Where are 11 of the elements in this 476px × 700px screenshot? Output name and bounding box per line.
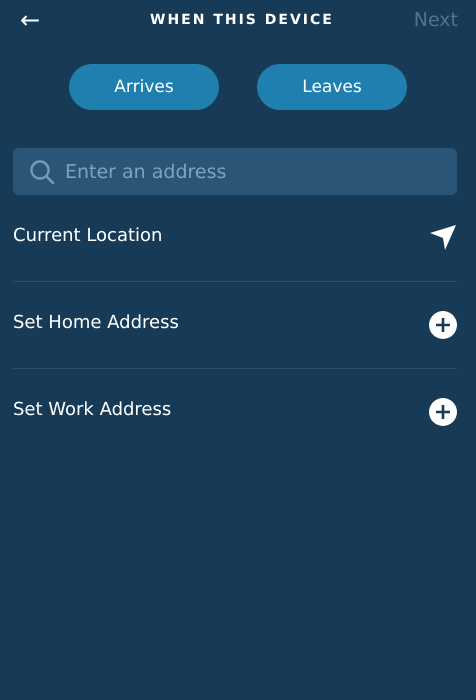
search-field[interactable]: Enter an address [13,148,457,195]
add-icon [429,398,457,426]
trigger-button[interactable]: Arrives [69,64,219,110]
add-icon [429,311,457,339]
screen-title: WHEN THIS DEVICE [150,12,334,28]
location-item[interactable]: Set Home Address [13,282,457,368]
navigation-arrow-icon [429,224,457,252]
location-item[interactable]: Set Work Address [13,369,457,455]
location-item[interactable]: Current Location [13,195,457,281]
trigger-button[interactable]: Leaves [257,64,407,110]
back-button[interactable]: ← [20,8,40,32]
